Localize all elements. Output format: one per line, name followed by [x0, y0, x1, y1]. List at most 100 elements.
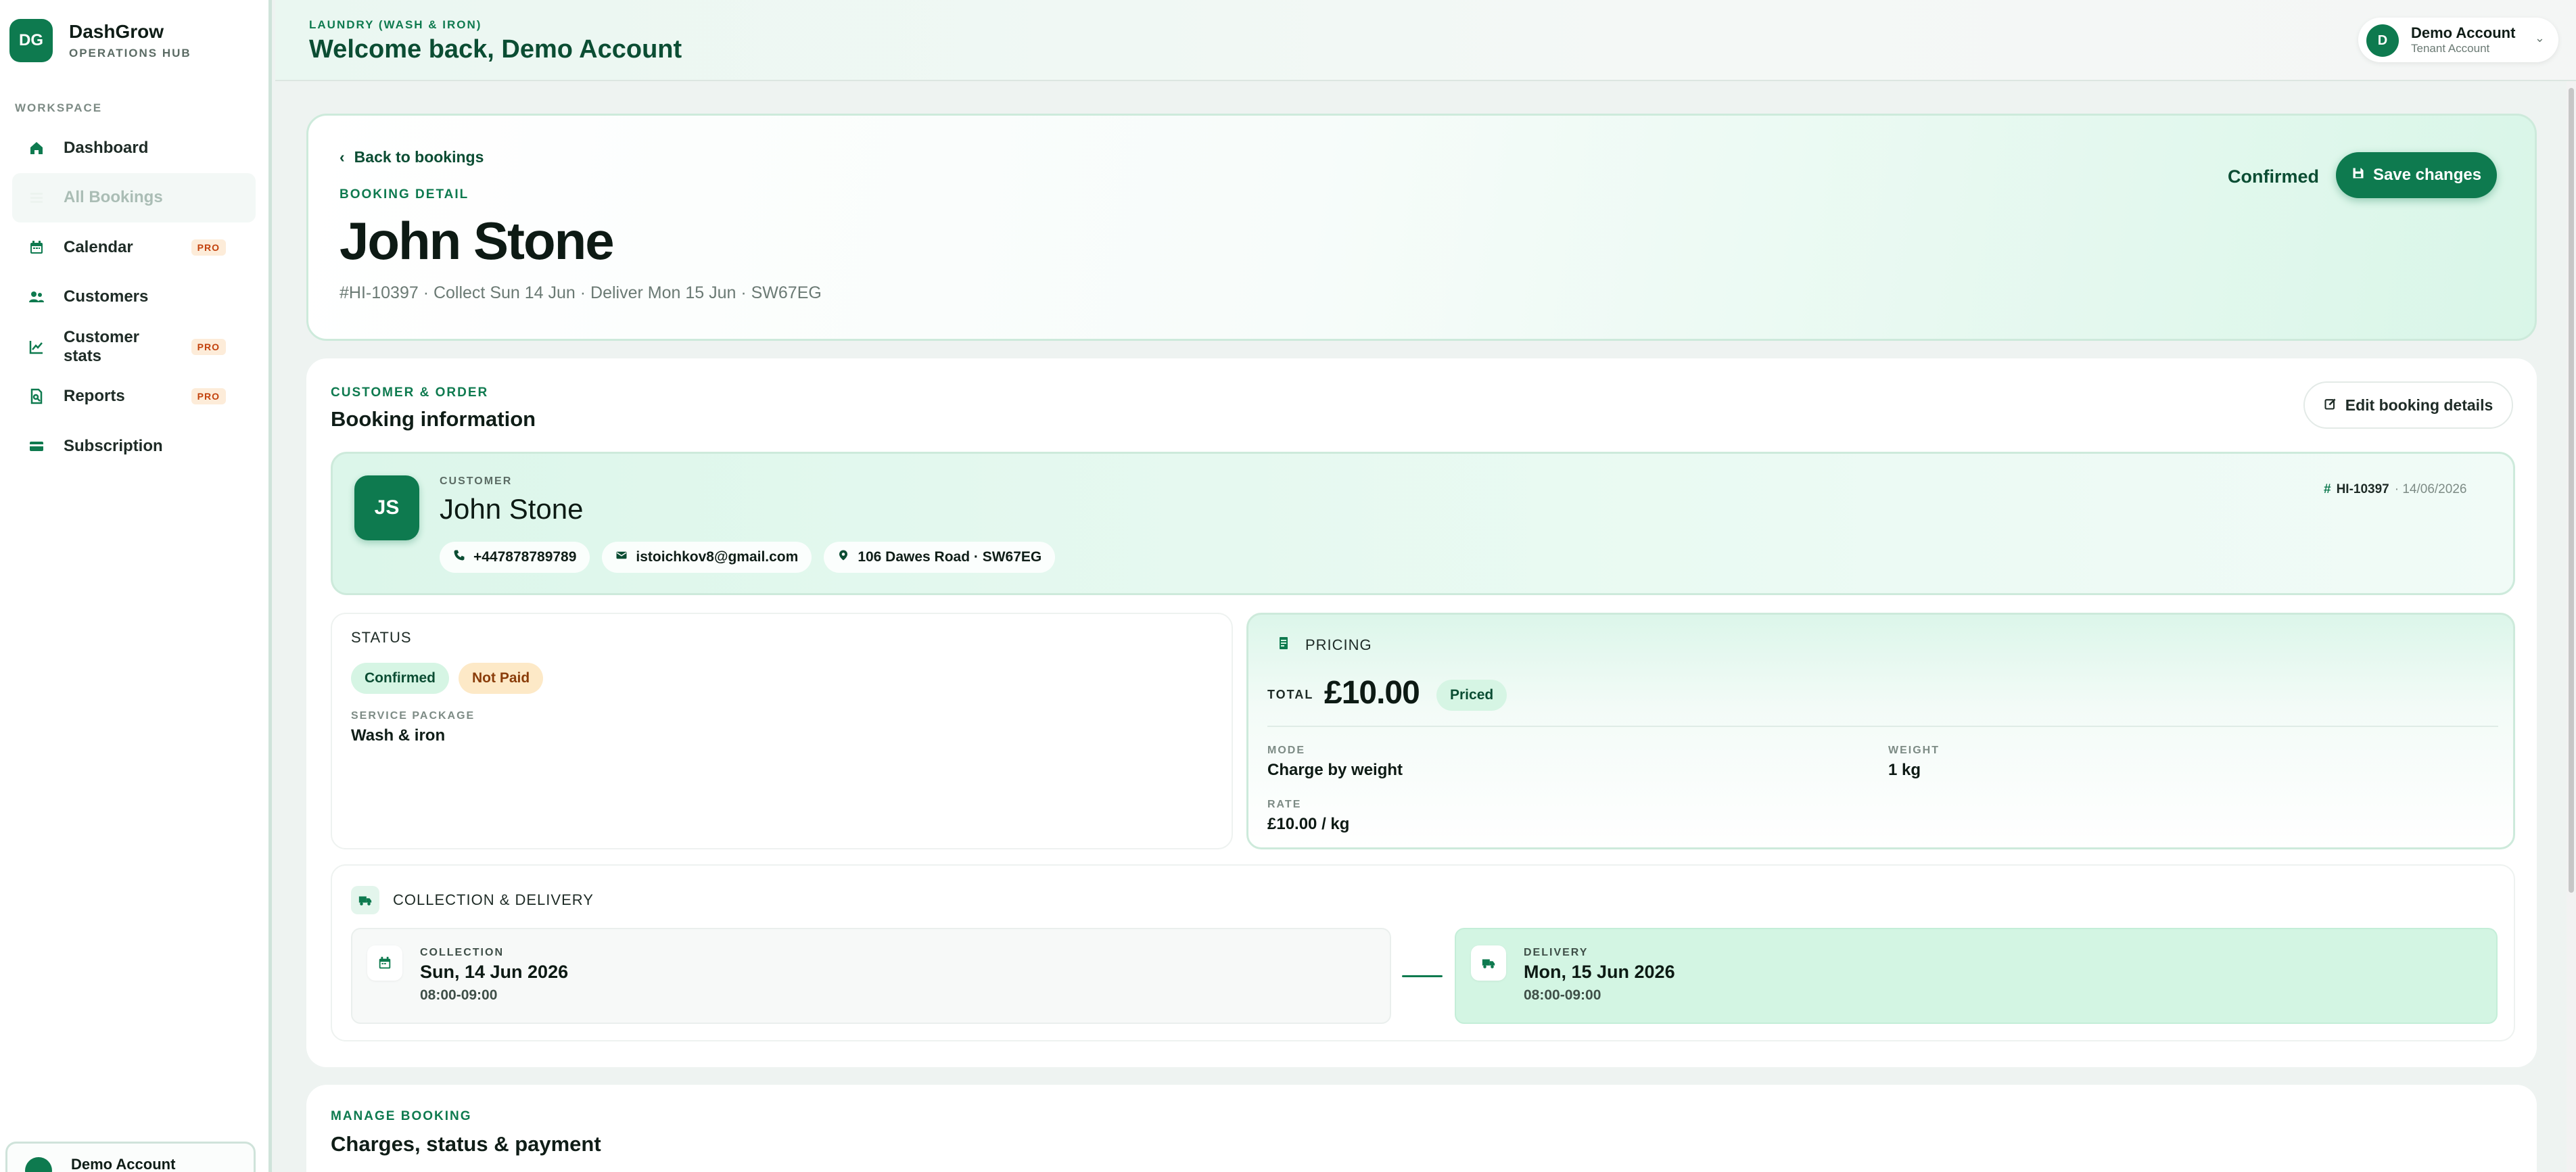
email-address: istoichkov8@gmail.com	[636, 549, 799, 565]
user-name: Demo Account	[2411, 24, 2516, 41]
pro-badge: PRO	[191, 338, 226, 355]
collection-delivery-panel: COLLECTION & DELIVERY COLLECTION Sun, 14…	[331, 864, 2515, 1041]
collection-delivery-header: COLLECTION & DELIVERY	[351, 886, 594, 914]
sidebar-account-card[interactable]: Demo Account	[5, 1142, 256, 1172]
phone-icon	[453, 549, 465, 565]
weight-label: WEIGHT	[1888, 745, 1940, 756]
truck-icon	[1471, 945, 1506, 981]
brand-subtitle: OPERATIONS HUB	[69, 47, 191, 60]
truck-icon	[351, 886, 379, 914]
phone-number: +447878789789	[473, 549, 577, 565]
rate-value: £10.00 / kg	[1267, 815, 1350, 833]
welcome-title: Welcome back, Demo Account	[309, 35, 682, 64]
brand-name: DashGrow	[69, 21, 164, 42]
calendar-icon	[28, 239, 45, 256]
email-chip[interactable]: istoichkov8@gmail.com	[602, 542, 812, 573]
sidebar-item-customers[interactable]: Customers	[12, 273, 256, 323]
timeline-connector	[1402, 975, 1443, 977]
users-icon	[28, 289, 45, 305]
user-menu-button[interactable]: D Demo Account Tenant Account ⌄	[2358, 18, 2558, 62]
home-icon	[28, 140, 45, 156]
customer-avatar: JS	[354, 475, 419, 540]
address: 106 Dawes Road · SW67EG	[858, 549, 1042, 565]
avatar	[25, 1157, 52, 1172]
hash-icon: #	[2324, 482, 2331, 496]
report-icon	[28, 388, 45, 404]
hero-eyebrow: BOOKING DETAIL	[339, 187, 469, 202]
sidebar-item-label: Calendar	[64, 237, 133, 256]
top-header: LAUNDRY (WASH & IRON) Welcome back, Demo…	[275, 0, 2576, 81]
sidebar-item-subscription[interactable]: Subscription	[12, 421, 256, 471]
sidebar-item-reports[interactable]: Reports PRO	[12, 372, 256, 422]
status-label: STATUS	[351, 629, 412, 646]
sidebar: DG DashGrow OPERATIONS HUB WORKSPACE Das…	[0, 0, 272, 1172]
back-to-bookings-link[interactable]: ‹ Back to bookings	[339, 148, 484, 166]
sidebar-item-dashboard[interactable]: Dashboard	[12, 123, 256, 173]
delivery-label: DELIVERY	[1524, 947, 1589, 958]
save-icon	[2351, 166, 2365, 185]
collection-label: COLLECTION	[420, 947, 504, 958]
pro-badge: PRO	[191, 388, 226, 405]
sidebar-account-name: Demo Account	[71, 1156, 176, 1172]
booking-meta: #HI-10397 · Collect Sun 14 Jun · Deliver…	[339, 283, 822, 302]
back-link-label: Back to bookings	[354, 148, 484, 166]
mode-value: Charge by weight	[1267, 761, 1403, 779]
sidebar-nav: Dashboard All Bookings Calendar PRO Cust…	[12, 123, 256, 471]
edit-icon	[2324, 396, 2337, 415]
sidebar-item-customer-stats[interactable]: Customer stats PRO	[12, 322, 256, 372]
section-eyebrow: MANAGE BOOKING	[331, 1109, 472, 1123]
collection-delivery-label: COLLECTION & DELIVERY	[393, 891, 594, 908]
delivery-slot[interactable]: DELIVERY Mon, 15 Jun 2026 08:00-09:00	[1455, 928, 2498, 1024]
page-scrollbar[interactable]	[2567, 81, 2576, 1172]
customer-panel: JS CUSTOMER John Stone +447878789789 ist…	[331, 452, 2515, 595]
status-badge: Confirmed	[2228, 166, 2319, 187]
location-pin-icon	[837, 549, 849, 565]
booking-hero: ‹ Back to bookings BOOKING DETAIL John S…	[306, 114, 2537, 341]
list-icon	[28, 189, 45, 206]
section-title: Booking information	[331, 407, 536, 431]
collection-slot[interactable]: COLLECTION Sun, 14 Jun 2026 08:00-09:00	[351, 928, 1391, 1024]
workspace-label: WORKSPACE	[15, 101, 103, 114]
status-badges: Confirmed Not Paid	[351, 663, 544, 694]
section-title: Charges, status & payment	[331, 1132, 601, 1156]
save-button-label: Save changes	[2372, 166, 2482, 184]
mode-label: MODE	[1267, 745, 1305, 756]
sidebar-item-label: Subscription	[64, 436, 163, 455]
sidebar-item-calendar[interactable]: Calendar PRO	[12, 222, 256, 273]
delivery-date: Mon, 15 Jun 2026	[1524, 962, 1675, 982]
scrollbar-thumb[interactable]	[2569, 88, 2574, 893]
chevron-left-icon: ‹	[339, 148, 345, 166]
pricing-header: PRICING	[1275, 635, 1372, 655]
page-title: John Stone	[339, 211, 615, 271]
booking-ref: HI-10397	[2336, 482, 2389, 496]
total-label: TOTAL	[1267, 688, 1314, 701]
chart-line-icon	[28, 339, 45, 355]
pricing-panel: PRICING TOTAL £10.00 Priced MODE Charge …	[1246, 613, 2515, 849]
booking-date: · 14/06/2026	[2394, 482, 2467, 496]
card-icon	[28, 438, 45, 454]
save-button[interactable]: Save changes	[2336, 152, 2497, 198]
pro-badge: PRO	[191, 239, 226, 256]
business-type-tag: LAUNDRY (WASH & IRON)	[309, 18, 482, 31]
pricing-label: PRICING	[1305, 636, 1372, 653]
address-chip[interactable]: 106 Dawes Road · SW67EG	[824, 542, 1056, 573]
user-role: Tenant Account	[2411, 42, 2490, 55]
phone-chip[interactable]: +447878789789	[440, 542, 590, 573]
sidebar-item-all-bookings[interactable]: All Bookings	[12, 172, 256, 222]
delivery-time: 08:00-09:00	[1524, 987, 1601, 1003]
payment-badge: Not Paid	[459, 663, 544, 694]
edit-booking-button[interactable]: Edit booking details	[2303, 381, 2513, 429]
sidebar-item-label: Reports	[64, 387, 125, 406]
collection-date: Sun, 14 Jun 2026	[420, 962, 569, 982]
brand-logo: DG	[9, 19, 53, 62]
edit-button-label: Edit booking details	[2345, 396, 2493, 414]
customer-name: John Stone	[440, 493, 584, 525]
rate-label: RATE	[1267, 799, 1302, 810]
status-badge: Confirmed	[351, 663, 449, 694]
avatar: D	[2366, 24, 2399, 57]
service-package-value: Wash & iron	[351, 726, 446, 745]
sidebar-item-label: Customers	[64, 287, 149, 306]
brand[interactable]: DG DashGrow OPERATIONS HUB	[0, 0, 268, 62]
receipt-icon	[1275, 635, 1292, 655]
sidebar-item-label: All Bookings	[64, 188, 163, 207]
